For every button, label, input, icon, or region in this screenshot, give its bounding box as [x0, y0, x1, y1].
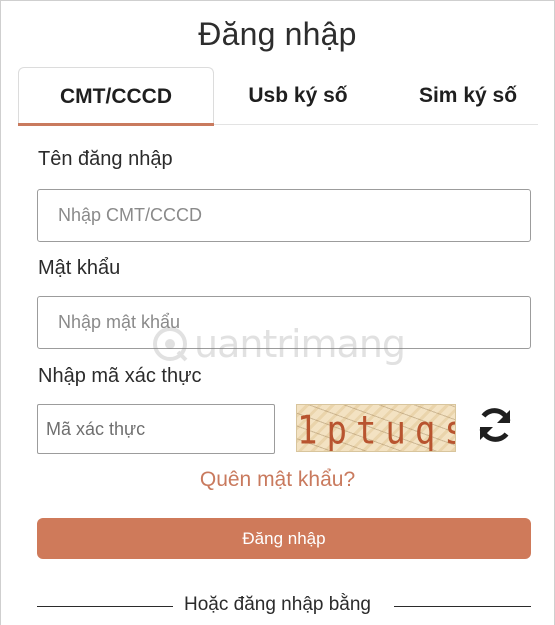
page-title: Đăng nhập [198, 16, 357, 52]
captcha-input[interactable] [37, 404, 275, 454]
tab-label: Usb ký số [248, 84, 348, 107]
tab-cmt-cccd[interactable]: CMT/CCCD [18, 67, 214, 126]
refresh-captcha-button[interactable] [474, 404, 516, 446]
login-button[interactable]: Đăng nhập [37, 518, 531, 559]
divider-right [394, 606, 531, 607]
tab-usb-ky-so[interactable]: Usb ký số [223, 67, 373, 125]
tab-label: CMT/CCCD [60, 84, 172, 108]
password-label: Mật khẩu [38, 257, 121, 279]
forgot-password-link[interactable]: Quên mật khẩu? [0, 468, 555, 492]
refresh-icon [479, 408, 511, 442]
captcha-code: 1ptuqs [297, 408, 455, 452]
username-label: Tên đăng nhập [38, 148, 173, 170]
active-tab-indicator [18, 123, 214, 126]
tab-label: Sim ký số [418, 84, 518, 107]
password-input[interactable] [37, 296, 531, 349]
login-method-tabs: CMT/CCCD Usb ký số Sim ký số [18, 67, 538, 126]
captcha-label: Nhập mã xác thực [38, 365, 202, 387]
captcha-image: 1ptuqs [296, 404, 456, 452]
tab-sim-ky-so[interactable]: Sim ký số [393, 67, 543, 125]
username-input[interactable] [37, 189, 531, 242]
alternative-login-text: Hoặc đăng nhập bằng [184, 594, 371, 615]
